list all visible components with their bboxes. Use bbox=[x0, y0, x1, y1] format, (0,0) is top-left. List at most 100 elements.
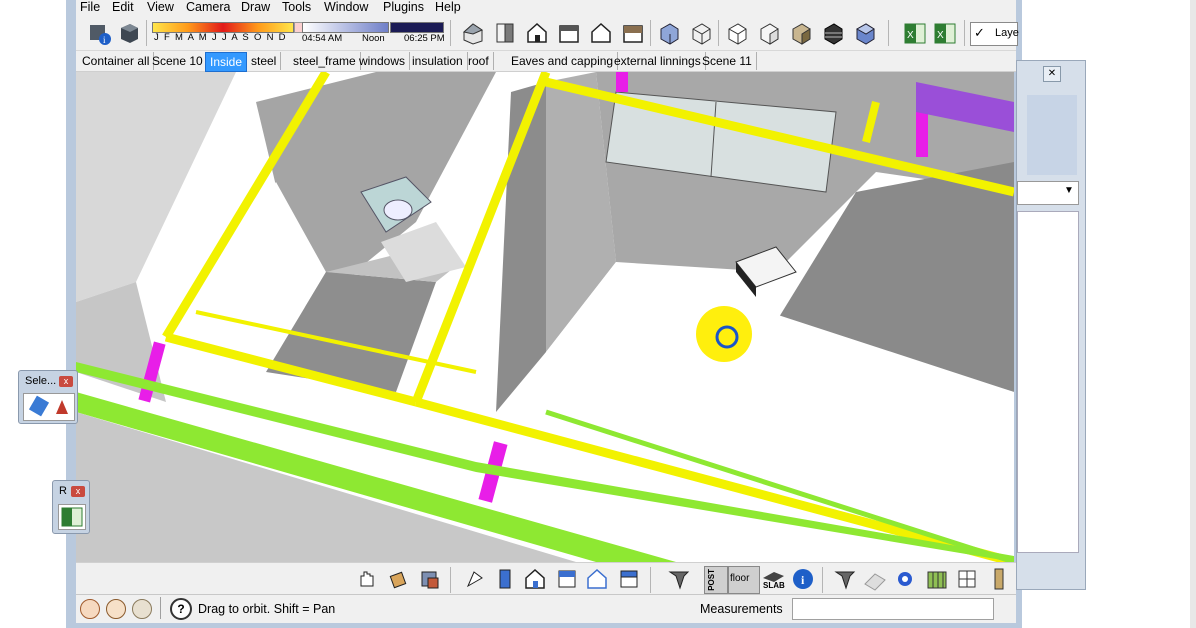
menu-bar: File Edit View Camera Draw Tools Window … bbox=[76, 0, 1016, 16]
measurements-label: Measurements bbox=[700, 602, 783, 616]
toolbar-separator bbox=[718, 20, 719, 46]
time-noon: Noon bbox=[362, 33, 385, 44]
beam-alt-icon[interactable] bbox=[832, 566, 858, 592]
house-front-icon[interactable] bbox=[524, 20, 550, 46]
menu-help[interactable]: Help bbox=[435, 0, 461, 14]
menu-file[interactable]: File bbox=[80, 0, 100, 14]
toolbar-separator bbox=[450, 567, 451, 593]
tab-scene-10[interactable]: Scene 10 bbox=[148, 52, 208, 70]
toolbar-separator bbox=[650, 567, 651, 593]
gear-icon[interactable] bbox=[892, 566, 918, 592]
floor-label: floor bbox=[730, 573, 750, 584]
wall-icon[interactable] bbox=[924, 566, 950, 592]
right-edge-window bbox=[1190, 0, 1196, 628]
help-icon[interactable]: ? bbox=[170, 598, 192, 620]
menu-plugins[interactable]: Plugins bbox=[383, 0, 424, 14]
tab-windows[interactable]: windows bbox=[355, 52, 411, 70]
post-label: POST bbox=[707, 569, 716, 591]
panel-list bbox=[1017, 211, 1079, 553]
tab-container-all[interactable]: Container all bbox=[78, 52, 155, 70]
section-icon[interactable] bbox=[462, 566, 488, 592]
paint-icon[interactable] bbox=[416, 566, 442, 592]
beam-icon[interactable] bbox=[666, 566, 692, 592]
shaded-icon[interactable] bbox=[756, 20, 782, 46]
geo-location-icon[interactable] bbox=[80, 599, 100, 619]
shaded-texture-icon[interactable] bbox=[788, 20, 814, 46]
status-separator bbox=[160, 597, 161, 619]
tab-steel-frame[interactable]: steel_frame bbox=[289, 52, 361, 70]
model-info-icon[interactable]: i bbox=[86, 20, 112, 46]
floor-icon[interactable]: floor bbox=[728, 566, 760, 594]
menu-draw[interactable]: Draw bbox=[241, 0, 270, 14]
door-panel-icon[interactable] bbox=[986, 566, 1012, 592]
menu-window[interactable]: Window bbox=[324, 0, 368, 14]
grid-icon[interactable] bbox=[954, 566, 980, 592]
xray-icon[interactable] bbox=[656, 20, 682, 46]
r-floating-toolbar: R x bbox=[52, 480, 90, 534]
time-end: 06:25 PM bbox=[404, 33, 445, 44]
layer-dropdown[interactable]: ✓ Laye bbox=[970, 22, 1019, 46]
credits-icon[interactable] bbox=[106, 599, 126, 619]
excel-icon[interactable]: X bbox=[902, 20, 928, 46]
background-window: ✕ ▼ bbox=[1016, 60, 1086, 590]
status-bar: ? Drag to orbit. Shift = Pan Measurement… bbox=[76, 594, 1016, 623]
excel-icon[interactable] bbox=[58, 504, 86, 530]
tab-insulation[interactable]: insulation bbox=[408, 52, 468, 70]
tab-roof[interactable]: roof bbox=[464, 52, 494, 70]
shadow-date-slider[interactable]: J F M A M J J A S O N D bbox=[152, 22, 294, 48]
bucket-icon[interactable] bbox=[386, 566, 412, 592]
status-help-text: Drag to orbit. Shift = Pan bbox=[198, 602, 336, 616]
wireframe-icon[interactable] bbox=[688, 20, 714, 46]
tab-eaves-and-capping[interactable]: Eaves and capping bbox=[507, 52, 619, 70]
menu-tools[interactable]: Tools bbox=[282, 0, 311, 14]
tab-external-linnings[interactable]: external linnings bbox=[610, 52, 706, 70]
door-icon[interactable] bbox=[492, 566, 518, 592]
house-outline-icon[interactable] bbox=[584, 566, 610, 592]
layer-label: Laye bbox=[995, 27, 1019, 39]
house-icon[interactable] bbox=[522, 566, 548, 592]
toolbar-separator bbox=[650, 20, 651, 46]
excel-alt-icon[interactable]: X bbox=[932, 20, 958, 46]
panel-area bbox=[1027, 95, 1077, 175]
house-outline-icon[interactable] bbox=[588, 20, 614, 46]
sign-in-icon[interactable] bbox=[132, 599, 152, 619]
time-start: 04:54 AM bbox=[302, 33, 343, 44]
close-icon[interactable]: x bbox=[71, 486, 85, 497]
house-back-icon[interactable] bbox=[620, 20, 646, 46]
panel-dropdown[interactable]: ▼ bbox=[1017, 181, 1079, 205]
xray-alt-icon[interactable] bbox=[852, 20, 878, 46]
roof-icon[interactable] bbox=[862, 566, 888, 592]
tab-steel[interactable]: steel bbox=[247, 52, 282, 70]
menu-view[interactable]: View bbox=[147, 0, 174, 14]
menu-edit[interactable]: Edit bbox=[112, 0, 134, 14]
slab-label: SLAB bbox=[763, 581, 785, 590]
close-icon[interactable]: ✕ bbox=[1043, 66, 1061, 82]
window-blue-icon[interactable] bbox=[554, 566, 580, 592]
toolbar-separator bbox=[964, 20, 965, 46]
info-icon[interactable]: i bbox=[790, 566, 816, 592]
house-iso-icon[interactable] bbox=[460, 20, 486, 46]
window-icon[interactable] bbox=[616, 566, 642, 592]
post-icon[interactable]: POST bbox=[702, 566, 728, 594]
hand-icon[interactable] bbox=[354, 566, 380, 592]
checkmark-icon: ✓ bbox=[974, 25, 985, 40]
house-side-icon[interactable] bbox=[556, 20, 582, 46]
tab-scene-11[interactable]: Scene 11 bbox=[698, 52, 757, 70]
toolbar-separator bbox=[822, 567, 823, 593]
slab-icon[interactable]: SLAB bbox=[760, 566, 786, 592]
select-tools bbox=[23, 393, 75, 421]
select-floating-toolbar: Sele... x bbox=[18, 370, 78, 424]
toolbar-separator bbox=[450, 20, 451, 46]
shadow-time-slider[interactable]: 04:54 AM Noon 06:25 PM bbox=[302, 22, 445, 48]
component-icon[interactable] bbox=[116, 20, 142, 46]
container-model[interactable] bbox=[76, 72, 1014, 562]
menu-camera[interactable]: Camera bbox=[186, 0, 230, 14]
measurements-input[interactable] bbox=[792, 598, 994, 620]
tab-inside[interactable]: Inside bbox=[205, 52, 248, 72]
months-label: J F M A M J J A S O N D bbox=[154, 32, 287, 43]
close-icon[interactable]: x bbox=[59, 376, 73, 387]
monochrome-icon[interactable] bbox=[820, 20, 846, 46]
model-viewport[interactable] bbox=[76, 72, 1014, 562]
hidden-line-icon[interactable] bbox=[724, 20, 750, 46]
front-view-icon[interactable] bbox=[492, 20, 518, 46]
